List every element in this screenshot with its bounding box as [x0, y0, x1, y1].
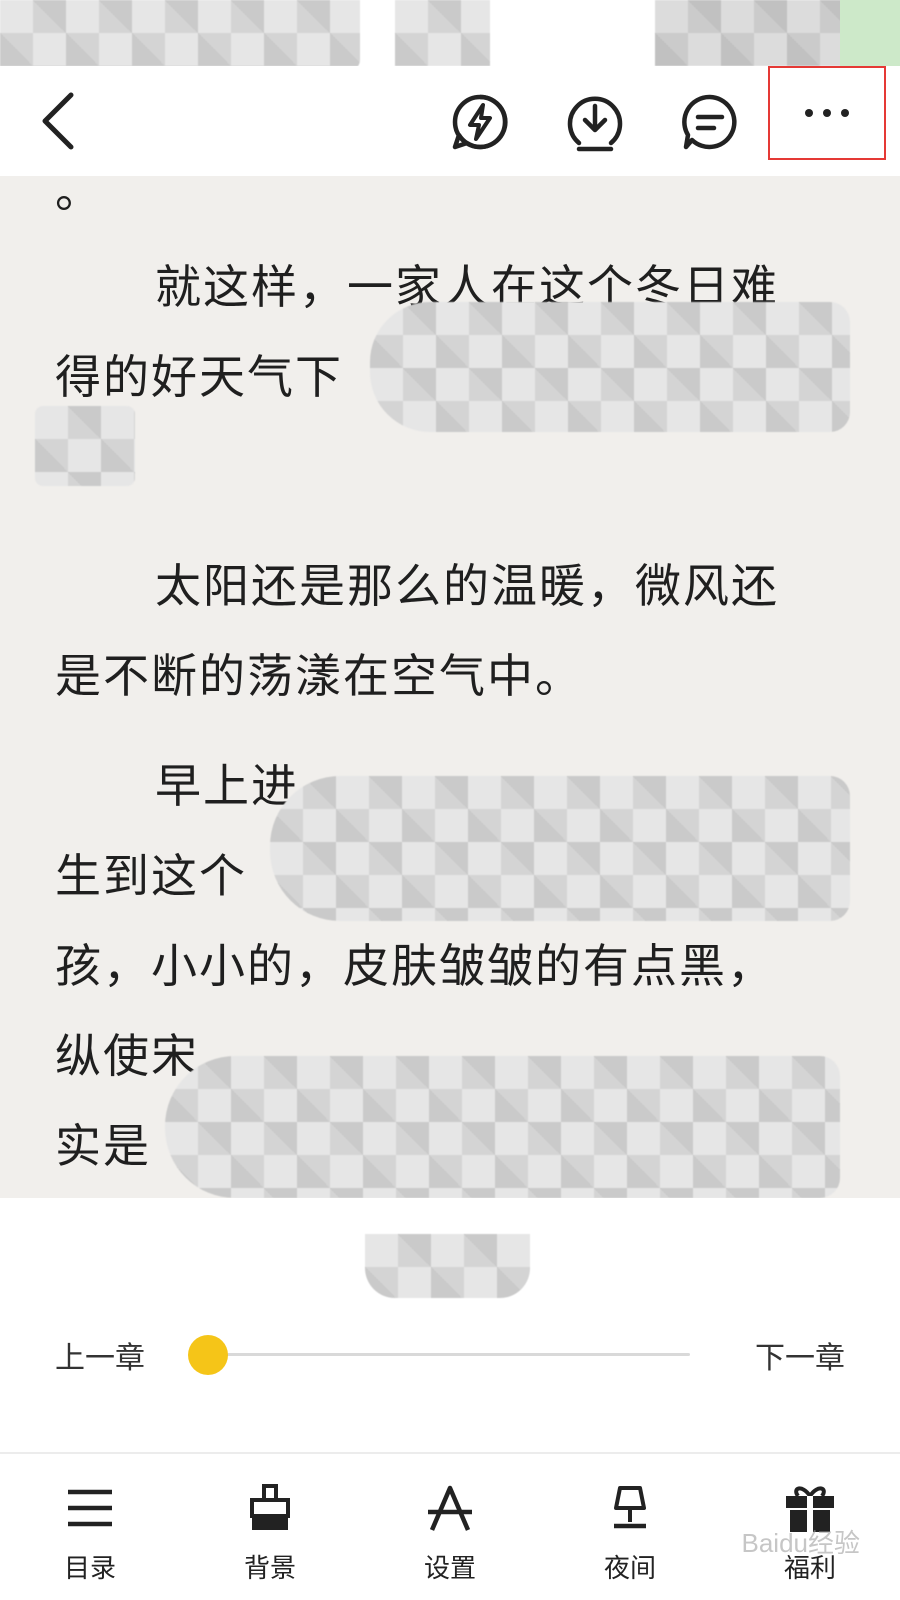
toolbar-item-label: 背景 — [243, 1554, 296, 1584]
dot — [805, 109, 813, 117]
toolbar-item-background[interactable]: 背景 — [210, 1454, 330, 1585]
top-nav — [0, 66, 900, 176]
font-settings-icon — [422, 1480, 478, 1536]
more-button[interactable] — [768, 66, 886, 160]
more-icon — [805, 109, 849, 117]
paragraph-line: 得的好天气下 — [55, 350, 343, 404]
chapter-progress-track[interactable] — [208, 1353, 690, 1356]
chapter-progress-knob[interactable] — [188, 1335, 228, 1375]
censored-region — [270, 776, 850, 921]
prev-chapter-button[interactable]: 上一章 — [55, 1333, 145, 1377]
paint-bucket-icon — [242, 1480, 298, 1536]
next-chapter-button[interactable]: 下一章 — [755, 1333, 845, 1377]
censored-region — [165, 1056, 840, 1198]
leading-punctuation: 。 — [55, 176, 103, 218]
chapter-navigation: 上一章 下一章 — [0, 1313, 900, 1393]
paragraph-line: 早上进 — [155, 759, 299, 813]
paragraph: 太阳还是那么的温暖，微风还 是不断的荡漾在空气中。 — [55, 541, 845, 721]
toolbar-item-label: 夜间 — [603, 1554, 656, 1584]
chevron-left-icon — [42, 92, 74, 150]
watermark: Baidu经验 — [741, 1528, 861, 1558]
censored-region — [365, 1234, 530, 1298]
toolbar-item-label: 设置 — [423, 1554, 476, 1584]
toolbar-item-night[interactable]: 夜间 — [570, 1454, 690, 1585]
lamp-icon — [602, 1480, 658, 1536]
paragraph-line: 纵使宋 — [55, 1029, 199, 1083]
download-icon — [567, 96, 623, 152]
toolbar-item-label: 目录 — [63, 1554, 116, 1584]
toolbar-item-settings[interactable]: 设置 — [390, 1454, 510, 1585]
toolbar-item-catalog[interactable]: 目录 — [30, 1454, 150, 1585]
comment-button[interactable] — [670, 82, 750, 162]
reading-content[interactable]: 。 就这样，一家人在这个冬日难 得的好天气下 太阳还是那么的温暖，微风还 是不断… — [0, 176, 900, 1198]
censored-region — [370, 302, 850, 432]
download-button[interactable] — [555, 82, 635, 162]
censored-region — [0, 0, 360, 70]
battery-indicator — [840, 0, 900, 66]
censored-region — [395, 0, 490, 66]
dot — [841, 109, 849, 117]
censored-region — [35, 406, 135, 486]
paragraph-line: 生到这个 — [55, 849, 247, 903]
flash-button[interactable] — [440, 82, 520, 162]
flash-icon — [452, 94, 508, 150]
control-panel: 上一章 下一章 目录 背景 设置 夜间 福利 Baidu经验 — [0, 1198, 900, 1600]
toolbar-item-welfare[interactable]: 福利 — [750, 1454, 870, 1585]
menu-icon — [62, 1480, 118, 1536]
back-button[interactable] — [22, 76, 92, 166]
paragraph-line: 实是 — [55, 1119, 151, 1173]
status-bar — [0, 0, 900, 70]
paragraph-line: 孩，小小的，皮肤皱皱的有点黑， — [55, 939, 775, 993]
reader-screen: 。 就这样，一家人在这个冬日难 得的好天气下 太阳还是那么的温暖，微风还 是不断… — [0, 0, 900, 1600]
paragraph-line: 太阳还是那么的温暖，微风还 — [155, 559, 779, 613]
dot — [823, 109, 831, 117]
paragraph-line: 是不断的荡漾在空气中。 — [55, 649, 583, 703]
comment-icon — [682, 94, 737, 150]
